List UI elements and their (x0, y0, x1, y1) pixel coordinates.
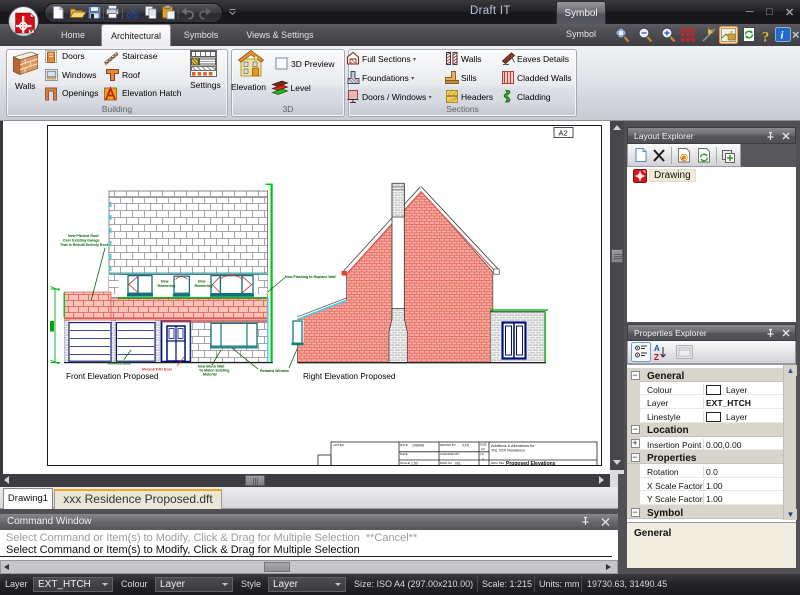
svg-text:The XXX Residence: The XXX Residence (491, 449, 525, 453)
svg-text:001: 001 (455, 462, 461, 465)
svg-text:DRG Title: DRG Title (491, 461, 504, 465)
svg-text:Proposed Elevations: Proposed Elevations (506, 461, 556, 465)
svg-text:Over Existing Garage: Over Existing Garage (63, 239, 100, 243)
svg-text:A2: A2 (559, 129, 568, 138)
svg-text:DWG No: DWG No (440, 461, 452, 465)
svg-text:Z: Z (654, 353, 659, 362)
svg-text:New Flashing to Replace Wall: New Flashing to Replace Wall (285, 275, 336, 279)
svg-text:Rendering: Rendering (158, 284, 176, 288)
svg-text:Additions & Alterations for: Additions & Alterations for (491, 444, 535, 448)
svg-text:DATE: DATE (400, 452, 408, 456)
svg-text:SCALE: SCALE (400, 461, 410, 465)
svg-text:DATE: DATE (400, 443, 408, 447)
svg-text:New Pitched Roof: New Pitched Roof (68, 234, 99, 238)
svg-text:NOTES: NOTES (334, 443, 344, 447)
svg-text:?: ? (762, 30, 769, 46)
svg-text:SIZE: SIZE (480, 443, 487, 447)
svg-text:That Is Rebuilt Entirely Roof: That Is Rebuilt Entirely Roof (60, 243, 109, 247)
svg-text:1:50: 1:50 (411, 462, 418, 465)
svg-text:No: No (481, 452, 485, 456)
svg-text:New: New (161, 280, 169, 284)
svg-text:New: New (198, 280, 206, 284)
svg-text:Rendering: Rendering (195, 284, 213, 288)
svg-text:Right Elevation Proposed: Right Elevation Proposed (303, 372, 396, 381)
svg-text:CHECKED BY: CHECKED BY (440, 452, 460, 456)
svg-text:Rebated Door: Rebated Door (108, 361, 132, 365)
svg-text:1999/99: 1999/99 (412, 443, 424, 447)
svg-text:Material: Material (203, 373, 217, 377)
svg-text:Rebated Window: Rebated Window (260, 369, 289, 373)
svg-text:Front Elevation Proposed: Front Elevation Proposed (66, 372, 159, 381)
svg-text:DRAWN BY: DRAWN BY (440, 443, 456, 447)
svg-text:XXX: XXX (462, 444, 470, 448)
svg-text:A3: A3 (481, 447, 485, 451)
svg-text:A: A (654, 344, 660, 353)
